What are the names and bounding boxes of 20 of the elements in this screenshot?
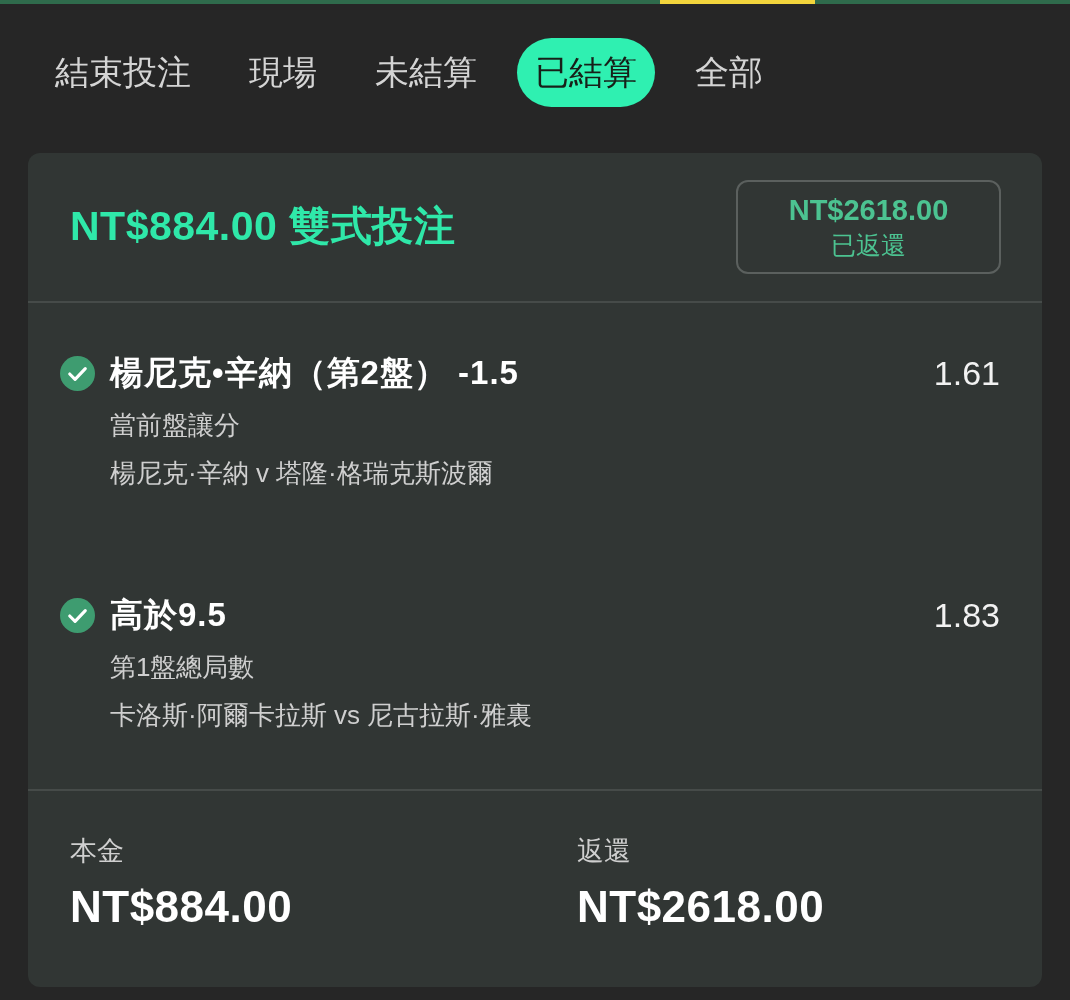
returned-amount: NT$2618.00 <box>788 194 949 226</box>
summary-label: 本金 <box>70 835 124 868</box>
filter-tab[interactable]: 未結算 <box>357 37 495 107</box>
odds: 1.61 <box>933 352 1000 394</box>
selection-title: 高於9.5 <box>110 595 227 636</box>
filter-tab[interactable]: 全部 <box>677 37 781 107</box>
summary-amount: NT$884.00 <box>70 883 293 931</box>
selection-title: 楊尼克•辛納（第2盤） -1.5 <box>110 353 519 394</box>
market-name: 第1盤總局數 <box>110 651 255 684</box>
bet-title: NT$884.00 雙式投注 <box>70 202 456 252</box>
market-name: 當前盤讓分 <box>110 409 240 442</box>
odds: 1.83 <box>933 594 1000 636</box>
event-name: 楊尼克·辛納 v 塔隆·格瑞克斯波爾 <box>110 457 493 490</box>
event-name: 卡洛斯·阿爾卡拉斯 vs 尼古拉斯·雅裏 <box>110 699 532 732</box>
summary-label: 返還 <box>577 835 631 868</box>
summary-amount: NT$2618.00 <box>577 883 825 931</box>
filter-tab[interactable]: 現場 <box>231 37 335 107</box>
status-label: 已返還 <box>831 230 906 260</box>
filter-tab[interactable]: 結束投注 <box>37 37 209 107</box>
filter-tab[interactable]: 已結算 <box>517 37 655 107</box>
